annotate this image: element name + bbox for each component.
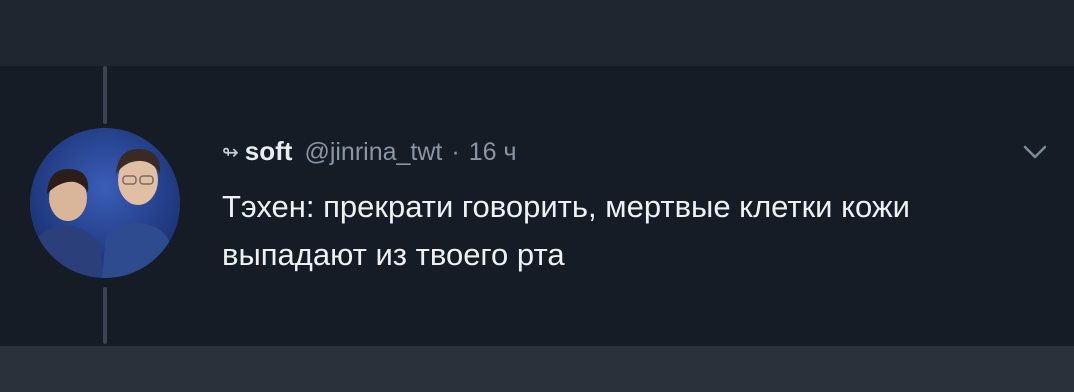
user-handle[interactable]: @jinrina_twt	[304, 138, 442, 167]
tweet[interactable]: ↬ soft @jinrina_twt · 16 ч Тэхен: прекра…	[0, 66, 1074, 346]
display-name[interactable]: soft	[245, 136, 293, 167]
chevron-down-icon[interactable]	[1022, 142, 1048, 162]
thread-connector-bottom	[103, 287, 107, 344]
avatar-photo-icon	[30, 128, 180, 278]
previous-tweet-area	[0, 0, 1074, 66]
tweet-text: Тэхен: прекрати говорить, мертвые клетки…	[222, 189, 910, 272]
thread-connector-top	[103, 66, 107, 124]
tweet-header: ↬ soft @jinrina_twt · 16 ч	[222, 136, 516, 168]
next-tweet-area	[0, 346, 1074, 392]
retweet-icon: ↬	[222, 142, 239, 164]
separator-dot: ·	[451, 138, 460, 166]
timestamp[interactable]: 16 ч	[469, 138, 517, 167]
avatar[interactable]	[30, 128, 180, 278]
